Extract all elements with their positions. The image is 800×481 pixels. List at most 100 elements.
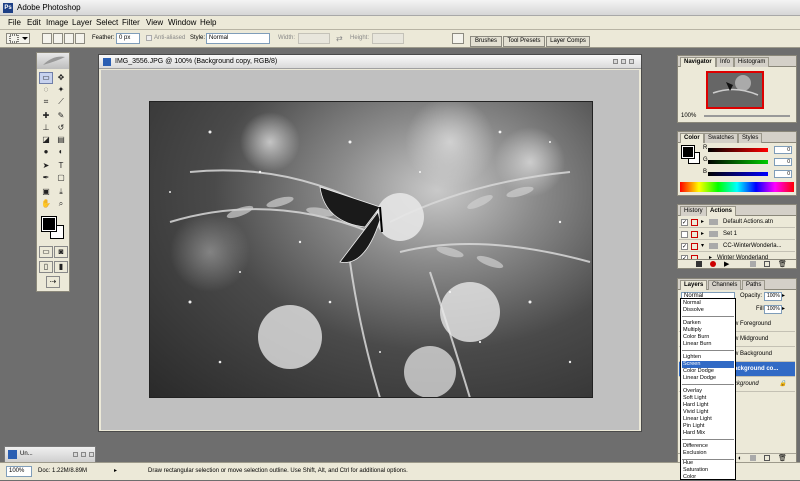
menu-edit[interactable]: Edit	[27, 18, 41, 27]
channel-r-value[interactable]: 0	[774, 146, 792, 154]
stop-icon[interactable]	[696, 261, 702, 267]
imageready-icon[interactable]: ⇢	[46, 276, 60, 288]
blend-option[interactable]: Linear Light	[682, 416, 734, 423]
well-tab-brushes[interactable]: Brushes	[470, 36, 502, 47]
blend-option[interactable]: Linear Burn	[682, 341, 734, 348]
hand-tool-icon[interactable]: ✋	[39, 198, 53, 210]
menu-layer[interactable]: Layer	[72, 18, 92, 27]
action-row[interactable]: ✓ ▸ Default Actions.atn	[679, 217, 795, 228]
fill-arrow-icon[interactable]: ▸	[782, 305, 785, 312]
blend-option[interactable]: Exclusion	[682, 450, 734, 457]
magic-wand-tool-icon[interactable]: ✦	[54, 84, 68, 96]
shape-tool-icon[interactable]: ▢	[54, 172, 68, 184]
tab-channels[interactable]: Channels	[708, 280, 742, 290]
eyedropper-tool-icon[interactable]: ⤓	[54, 186, 68, 198]
standard-mode-icon[interactable]: ▭	[39, 246, 53, 258]
expand-arrow-icon[interactable]: ▸	[701, 217, 704, 227]
delete-layer-icon[interactable]: 🗑	[778, 454, 787, 462]
canvas-area[interactable]	[101, 70, 639, 430]
new-action-icon[interactable]	[764, 261, 770, 267]
new-selection-icon[interactable]	[42, 33, 52, 44]
blend-option[interactable]: Overlay	[682, 388, 734, 395]
fill-input[interactable]: 100%	[764, 305, 782, 314]
feather-input[interactable]: 0 px	[116, 33, 140, 44]
channel-g-slider[interactable]	[708, 160, 768, 164]
channel-r-slider[interactable]	[708, 148, 768, 152]
tab-layers[interactable]: Layers	[680, 280, 708, 290]
channel-b-value[interactable]: 0	[774, 170, 792, 178]
document-titlebar[interactable]: IMG_3556.JPG @ 100% (Background copy, RG…	[99, 55, 641, 69]
channel-b-slider[interactable]	[708, 172, 768, 176]
maximize-button[interactable]	[621, 59, 626, 64]
blend-option[interactable]: Lighten	[682, 354, 734, 361]
blur-tool-icon[interactable]: ●	[39, 146, 53, 158]
blend-option[interactable]: Darken	[682, 320, 734, 327]
full-screen-icon[interactable]: ▮	[54, 261, 68, 273]
tab-navigator[interactable]: Navigator	[680, 57, 716, 67]
new-layer-icon[interactable]	[764, 455, 770, 461]
blend-option[interactable]: Pin Light	[682, 423, 734, 430]
blend-option[interactable]: Color Dodge	[682, 368, 734, 375]
blend-option[interactable]: Hue	[682, 460, 734, 467]
well-tab-tool-presets[interactable]: Tool Presets	[503, 36, 545, 47]
width-input[interactable]	[298, 33, 330, 44]
quick-mask-icon[interactable]: ◙	[54, 246, 68, 258]
screen-mode-icon[interactable]: ▯	[39, 261, 53, 273]
action-dialog-icon[interactable]	[691, 219, 698, 226]
action-row[interactable]: ✓ ▾ CC-WinterWonderla...	[679, 241, 795, 252]
blend-option[interactable]: Difference	[682, 443, 734, 450]
height-input[interactable]	[372, 33, 404, 44]
gradient-tool-icon[interactable]: ▤	[54, 134, 68, 146]
menu-window[interactable]: Window	[168, 18, 196, 27]
menu-view[interactable]: View	[146, 18, 163, 27]
navigator-zoom-slider[interactable]	[704, 115, 790, 117]
blend-option[interactable]: Vivid Light	[682, 409, 734, 416]
maximize-button[interactable]	[81, 452, 86, 457]
marquee-tool-icon[interactable]: ▭	[39, 72, 53, 84]
tab-history[interactable]: History	[680, 206, 707, 216]
subtract-selection-icon[interactable]	[64, 33, 74, 44]
close-button[interactable]	[629, 59, 634, 64]
well-tab-layer-comps[interactable]: Layer Comps	[546, 36, 590, 47]
menu-file[interactable]: File	[8, 18, 21, 27]
color-ramp[interactable]	[680, 182, 794, 192]
foreground-color-swatch[interactable]	[41, 216, 57, 232]
swap-icon[interactable]: ⇄	[336, 34, 343, 43]
slice-tool-icon[interactable]: ⟋	[54, 96, 68, 108]
tab-info[interactable]: Info	[716, 57, 735, 67]
dodge-tool-icon[interactable]: ◐	[54, 146, 68, 158]
restore-button[interactable]	[73, 452, 78, 457]
blend-option[interactable]: Multiply	[682, 327, 734, 334]
crop-tool-icon[interactable]: ⌗	[39, 96, 53, 108]
action-check-icon[interactable]: ✓	[681, 243, 688, 250]
move-tool-icon[interactable]: ✥	[54, 72, 68, 84]
blend-mode-dropdown[interactable]: Normal Dissolve Darken Multiply Color Bu…	[680, 298, 736, 480]
action-check-icon[interactable]	[681, 231, 688, 238]
pen-tool-icon[interactable]: ✒	[39, 172, 53, 184]
toolbox-header[interactable]	[37, 53, 69, 69]
menu-image[interactable]: Image	[46, 18, 68, 27]
healing-brush-icon[interactable]: ✚	[39, 110, 53, 122]
tab-actions[interactable]: Actions	[706, 206, 737, 216]
antialiased-checkbox[interactable]	[146, 35, 152, 41]
menu-filter[interactable]: Filter	[122, 18, 140, 27]
file-browser-icon[interactable]	[452, 33, 464, 44]
intersect-selection-icon[interactable]	[75, 33, 85, 44]
new-group-icon[interactable]	[750, 455, 756, 461]
notes-tool-icon[interactable]: ▣	[39, 186, 53, 198]
trash-icon[interactable]: 🗑	[778, 260, 787, 268]
tab-histogram[interactable]: Histogram	[734, 57, 770, 67]
opacity-input[interactable]: 100%	[764, 292, 782, 301]
tab-color[interactable]: Color	[680, 133, 704, 143]
clone-stamp-icon[interactable]: ⊥	[39, 122, 53, 134]
tab-styles[interactable]: Styles	[738, 133, 763, 143]
navigator-zoom[interactable]: 100%	[681, 113, 696, 119]
history-brush-icon[interactable]: ↺	[54, 122, 68, 134]
channel-g-value[interactable]: 0	[774, 158, 792, 166]
blend-option[interactable]: Color Burn	[682, 334, 734, 341]
blend-option[interactable]: Dissolve	[682, 307, 734, 314]
tab-swatches[interactable]: Swatches	[704, 133, 739, 143]
status-arrow-icon[interactable]: ▸	[114, 467, 117, 474]
minimize-button[interactable]	[613, 59, 618, 64]
path-selection-icon[interactable]: ➤	[39, 160, 53, 172]
